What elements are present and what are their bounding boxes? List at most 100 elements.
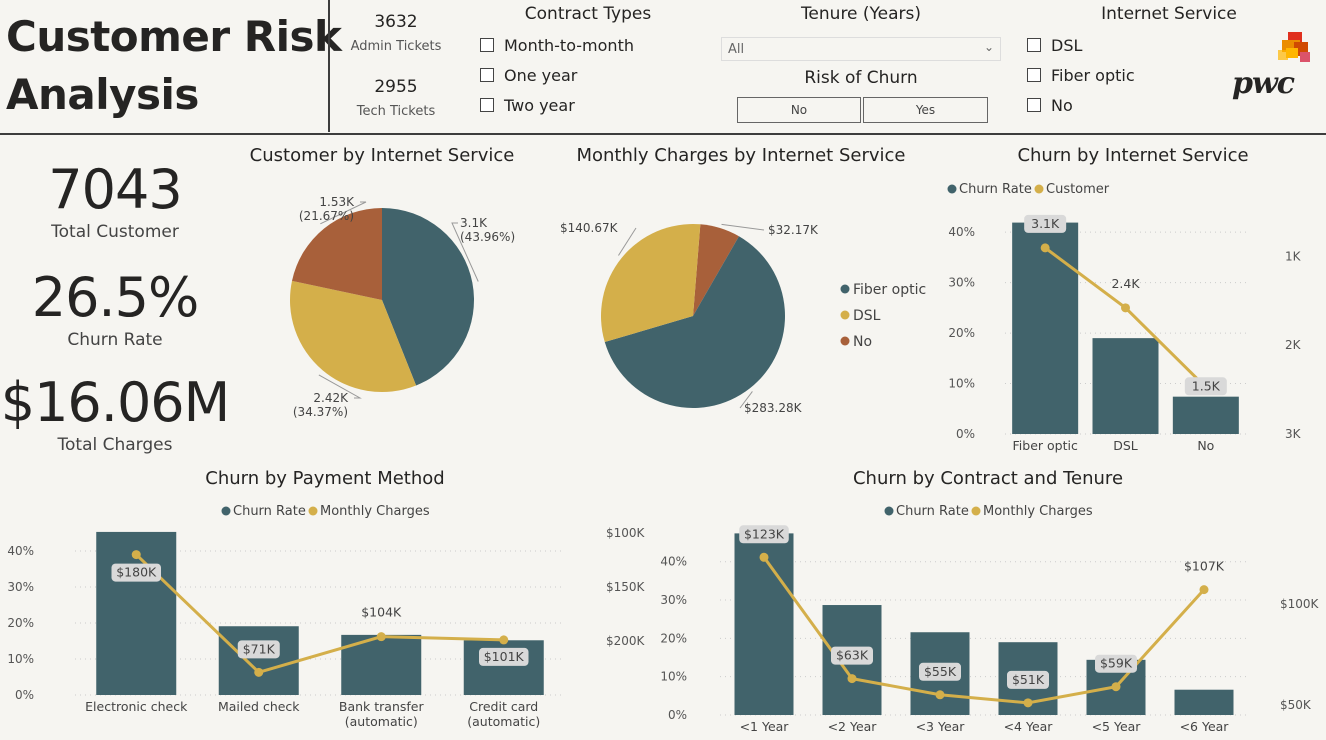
legend-dot-1 — [308, 506, 318, 516]
legend-dot-1 — [1034, 184, 1044, 194]
churn-internet-chart: Churn Rate Customer 0% 10% 20% 30% 40% 1K 2K 3K Fi… — [947, 182, 1302, 453]
line-point-3 — [1023, 698, 1033, 708]
internet-slicer-title: Internet Service — [1101, 4, 1237, 24]
legend-dot-0 — [221, 506, 231, 516]
y2-tick-0: $100K — [606, 526, 646, 540]
option-label: No — [1051, 95, 1073, 115]
kpi-churn-value: 26.5% — [31, 266, 200, 329]
x-tick-2: Bank transfer — [339, 699, 425, 714]
chart-title-churn-internet: Churn by Internet Service — [1017, 145, 1249, 166]
pie-label-0: 3.1K — [460, 216, 488, 230]
x-tick-3-1: (automatic) — [467, 714, 540, 729]
y2-tick-1: $150K — [606, 580, 646, 594]
legend-dot-1 — [840, 310, 850, 320]
chart-title-contract-tenure: Churn by Contract and Tenure — [852, 468, 1124, 489]
data-label-2: $104K — [361, 605, 402, 620]
x-tick-3: <4 Year — [1004, 719, 1054, 734]
x-tick-2: <3 Year — [916, 719, 966, 734]
option-label: One year — [504, 65, 578, 85]
risk-no-button[interactable]: No — [737, 97, 861, 123]
line-point-0 — [1040, 243, 1050, 253]
legend-label-0: Churn Rate — [233, 504, 306, 519]
kpi-customers-label: Total Customer — [51, 222, 179, 242]
line-point-3 — [499, 635, 509, 645]
internet-slicer: DSL Fiber optic No — [1027, 33, 1135, 117]
chevron-down-icon: ⌄ — [983, 40, 994, 54]
contract-slicer: Month-to-month One year Two year — [480, 33, 634, 117]
line-point-2 — [376, 632, 386, 642]
checkbox[interactable] — [1027, 98, 1041, 112]
pie-label-1: 2.42K — [313, 391, 349, 405]
x-tick-0: Electronic check — [85, 699, 188, 714]
risk-slicer-title: Risk of Churn — [804, 68, 918, 88]
bar-2 — [1172, 396, 1239, 434]
checkbox[interactable] — [480, 98, 494, 112]
internet-option-fiber[interactable]: Fiber optic — [1027, 63, 1135, 87]
y2-tick-0: 1K — [1285, 249, 1302, 263]
legend-dot-2 — [840, 336, 850, 346]
checkbox[interactable] — [1027, 68, 1041, 82]
contract-option-one-year[interactable]: One year — [480, 63, 634, 87]
legend-label-1: DSL — [853, 308, 881, 324]
y-tick-3: 30% — [660, 593, 687, 607]
contract-option-two-year[interactable]: Two year — [480, 93, 634, 117]
pie-label-0: $283.28K — [744, 401, 803, 415]
kpi-charges-value: $16.06M — [0, 371, 231, 434]
contract-option-month[interactable]: Month-to-month — [480, 33, 634, 57]
option-label: Two year — [504, 95, 575, 115]
page-title-line1: Customer Risk — [6, 12, 342, 61]
tenure-slicer-title: Tenure (Years) — [800, 4, 922, 24]
y-tick-2: 20% — [948, 326, 975, 340]
y2-tick-2: 3K — [1285, 427, 1302, 441]
payment-chart: Churn Rate Monthly Charges 0% 10% 20% 30% 40% $… — [7, 504, 646, 729]
y-tick-2: 20% — [7, 616, 34, 630]
pwc-logo: pwc — [1230, 30, 1320, 101]
checkbox[interactable] — [1027, 38, 1041, 52]
risk-yes-button[interactable]: Yes — [863, 97, 988, 123]
kpi-customers-value: 7043 — [48, 158, 182, 221]
legend-label-0: Churn Rate — [896, 504, 969, 519]
line-point-1 — [1121, 303, 1130, 313]
data-label-0: $180K — [116, 565, 157, 580]
tenure-dropdown[interactable]: All ⌄ — [721, 37, 1001, 61]
data-label-3: $101K — [484, 649, 525, 664]
internet-option-no[interactable]: No — [1027, 93, 1135, 117]
line-series — [135, 553, 504, 675]
legend-label-1: Monthly Charges — [983, 504, 1093, 519]
kpi-charges-label: Total Charges — [57, 435, 173, 455]
tenure-selected-value: All — [728, 42, 745, 57]
tech-tickets-label: Tech Tickets — [356, 104, 436, 119]
customer-internet-pie: 3.1K(43.96%) 2.42K(34.37%) 1.53K(21.67%) — [290, 195, 515, 419]
data-label-3: $51K — [1012, 672, 1045, 687]
y-tick-0: 0% — [15, 688, 34, 702]
legend-label-1: Monthly Charges — [320, 504, 430, 519]
header-divider-vertical — [328, 0, 330, 132]
admin-tickets-label: Admin Tickets — [350, 39, 442, 54]
internet-option-dsl[interactable]: DSL — [1027, 33, 1135, 57]
chart-title-customer-internet: Customer by Internet Service — [249, 145, 515, 166]
pie-label-1: $140.67K — [560, 221, 619, 235]
y-tick-0: 0% — [956, 427, 975, 441]
x-tick-4: <5 Year — [1092, 719, 1142, 734]
legend-dot-0 — [884, 506, 894, 516]
data-label-1: $63K — [836, 648, 869, 663]
checkbox[interactable] — [480, 38, 494, 52]
legend-label-1: Customer — [1046, 182, 1110, 197]
x-tick-0: <1 Year — [740, 719, 790, 734]
header-divider-horizontal — [0, 133, 1326, 135]
x-tick-5: <6 Year — [1180, 719, 1230, 734]
x-tick-2-1: (automatic) — [345, 714, 418, 729]
line-point-0 — [131, 550, 141, 560]
pie-label-2: $32.17K — [768, 223, 819, 237]
contract-tenure-chart: Churn Rate Monthly Charges 0% 10% 20% 30% 40% $… — [660, 504, 1319, 734]
bar-5 — [1174, 689, 1234, 715]
y-tick-4: 40% — [7, 544, 34, 558]
pie-percent-2: (21.67%) — [299, 209, 354, 223]
legend-dot-0 — [840, 284, 850, 294]
checkbox[interactable] — [480, 68, 494, 82]
y-tick-3: 30% — [7, 580, 34, 594]
x-tick-1: DSL — [1113, 438, 1138, 453]
legend-dot-1 — [971, 506, 981, 516]
admin-tickets-value: 3632 — [374, 12, 418, 32]
x-tick-0: Fiber optic — [1013, 438, 1078, 453]
